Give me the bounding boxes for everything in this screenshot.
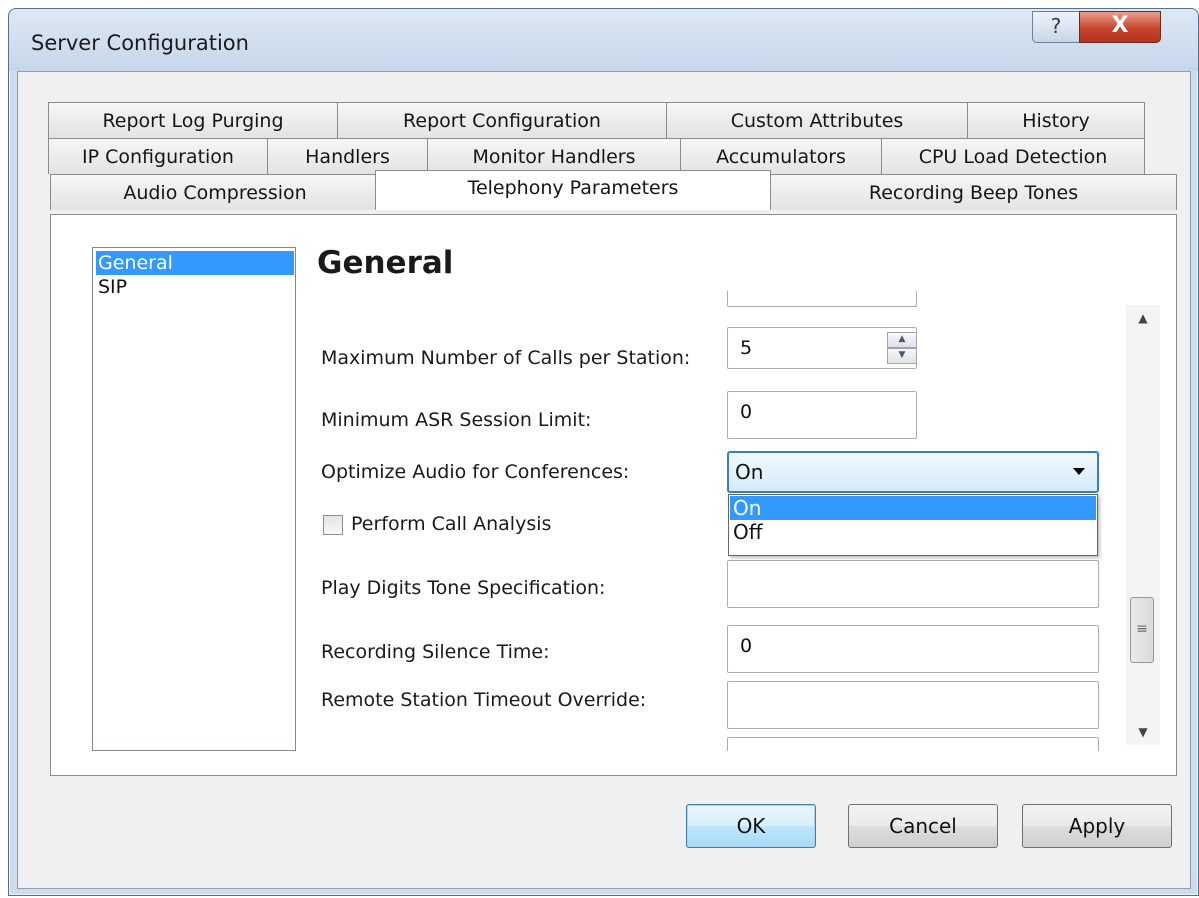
nav-item-sip[interactable]: SIP (96, 275, 294, 299)
scroll-up-icon[interactable]: ▲ (1126, 305, 1160, 331)
apply-button[interactable]: Apply (1022, 804, 1172, 848)
recording-silence-value: 0 (740, 635, 753, 657)
tab-handlers[interactable]: Handlers (267, 138, 428, 174)
telephony-parameters-panel: General SIP General Maximum Number of Ca… (50, 214, 1177, 776)
settings-scrollbar[interactable]: ▲ ≡ ▼ (1126, 305, 1160, 745)
tab-custom-attributes[interactable]: Custom Attributes (666, 102, 968, 138)
tab-history[interactable]: History (967, 102, 1145, 138)
title-bar[interactable]: Server Configuration ? X (9, 9, 1198, 71)
section-heading: General (317, 245, 454, 281)
tab-accumulators[interactable]: Accumulators (680, 138, 882, 174)
optimize-audio-options-list[interactable]: On Off (728, 494, 1098, 556)
scroll-down-icon[interactable]: ▼ (1126, 719, 1160, 745)
close-button[interactable]: X (1079, 11, 1161, 43)
perform-call-analysis-checkbox[interactable] (323, 515, 343, 535)
min-asr-input[interactable]: 0 (727, 391, 917, 439)
clipped-field-below[interactable] (727, 737, 1099, 751)
optimize-audio-label: Optimize Audio for Conferences: (321, 461, 630, 483)
min-asr-value: 0 (740, 401, 753, 423)
remote-timeout-label: Remote Station Timeout Override: (321, 689, 647, 711)
spin-up-icon[interactable]: ▲ (887, 332, 917, 348)
window-title: Server Configuration (31, 31, 249, 55)
recording-silence-label: Recording Silence Time: (321, 641, 550, 663)
tab-ip-configuration[interactable]: IP Configuration (48, 138, 268, 174)
min-asr-label: Minimum ASR Session Limit: (321, 409, 592, 431)
chevron-down-icon[interactable] (1073, 468, 1085, 475)
option-off[interactable]: Off (730, 520, 1096, 544)
ok-button[interactable]: OK (686, 804, 816, 848)
perform-call-analysis-label[interactable]: Perform Call Analysis (351, 513, 551, 535)
tab-telephony-parameters[interactable]: Telephony Parameters (375, 170, 771, 210)
max-calls-spin-buttons[interactable]: ▲ ▼ (887, 332, 917, 364)
tab-report-log-purging[interactable]: Report Log Purging (48, 102, 338, 138)
max-calls-value: 5 (740, 337, 753, 359)
recording-silence-input[interactable]: 0 (727, 625, 1099, 673)
settings-category-list[interactable]: General SIP (92, 247, 296, 751)
scroll-thumb[interactable]: ≡ (1130, 597, 1154, 663)
tab-monitor-handlers[interactable]: Monitor Handlers (427, 138, 681, 174)
clipped-field-above[interactable] (727, 291, 917, 307)
play-digits-label: Play Digits Tone Specification: (321, 577, 606, 599)
optimize-audio-value: On (735, 460, 764, 484)
max-calls-label: Maximum Number of Calls per Station: (321, 347, 691, 369)
tab-audio-compression[interactable]: Audio Compression (50, 174, 380, 210)
help-button[interactable]: ? (1032, 11, 1080, 43)
nav-item-general[interactable]: General (96, 251, 294, 275)
tab-cpu-load-detection[interactable]: CPU Load Detection (881, 138, 1145, 174)
remote-timeout-input[interactable] (727, 681, 1099, 729)
tab-recording-beep-tones[interactable]: Recording Beep Tones (770, 174, 1177, 210)
spin-down-icon[interactable]: ▼ (887, 348, 917, 364)
option-on[interactable]: On (730, 496, 1096, 520)
play-digits-input[interactable] (727, 560, 1099, 608)
tab-report-configuration[interactable]: Report Configuration (337, 102, 667, 138)
cancel-button[interactable]: Cancel (848, 804, 998, 848)
server-configuration-window: Server Configuration ? X Report Log Purg… (8, 8, 1199, 896)
optimize-audio-dropdown[interactable]: On (727, 451, 1099, 493)
dialog-body: Report Log Purging Report Configuration … (17, 71, 1191, 889)
